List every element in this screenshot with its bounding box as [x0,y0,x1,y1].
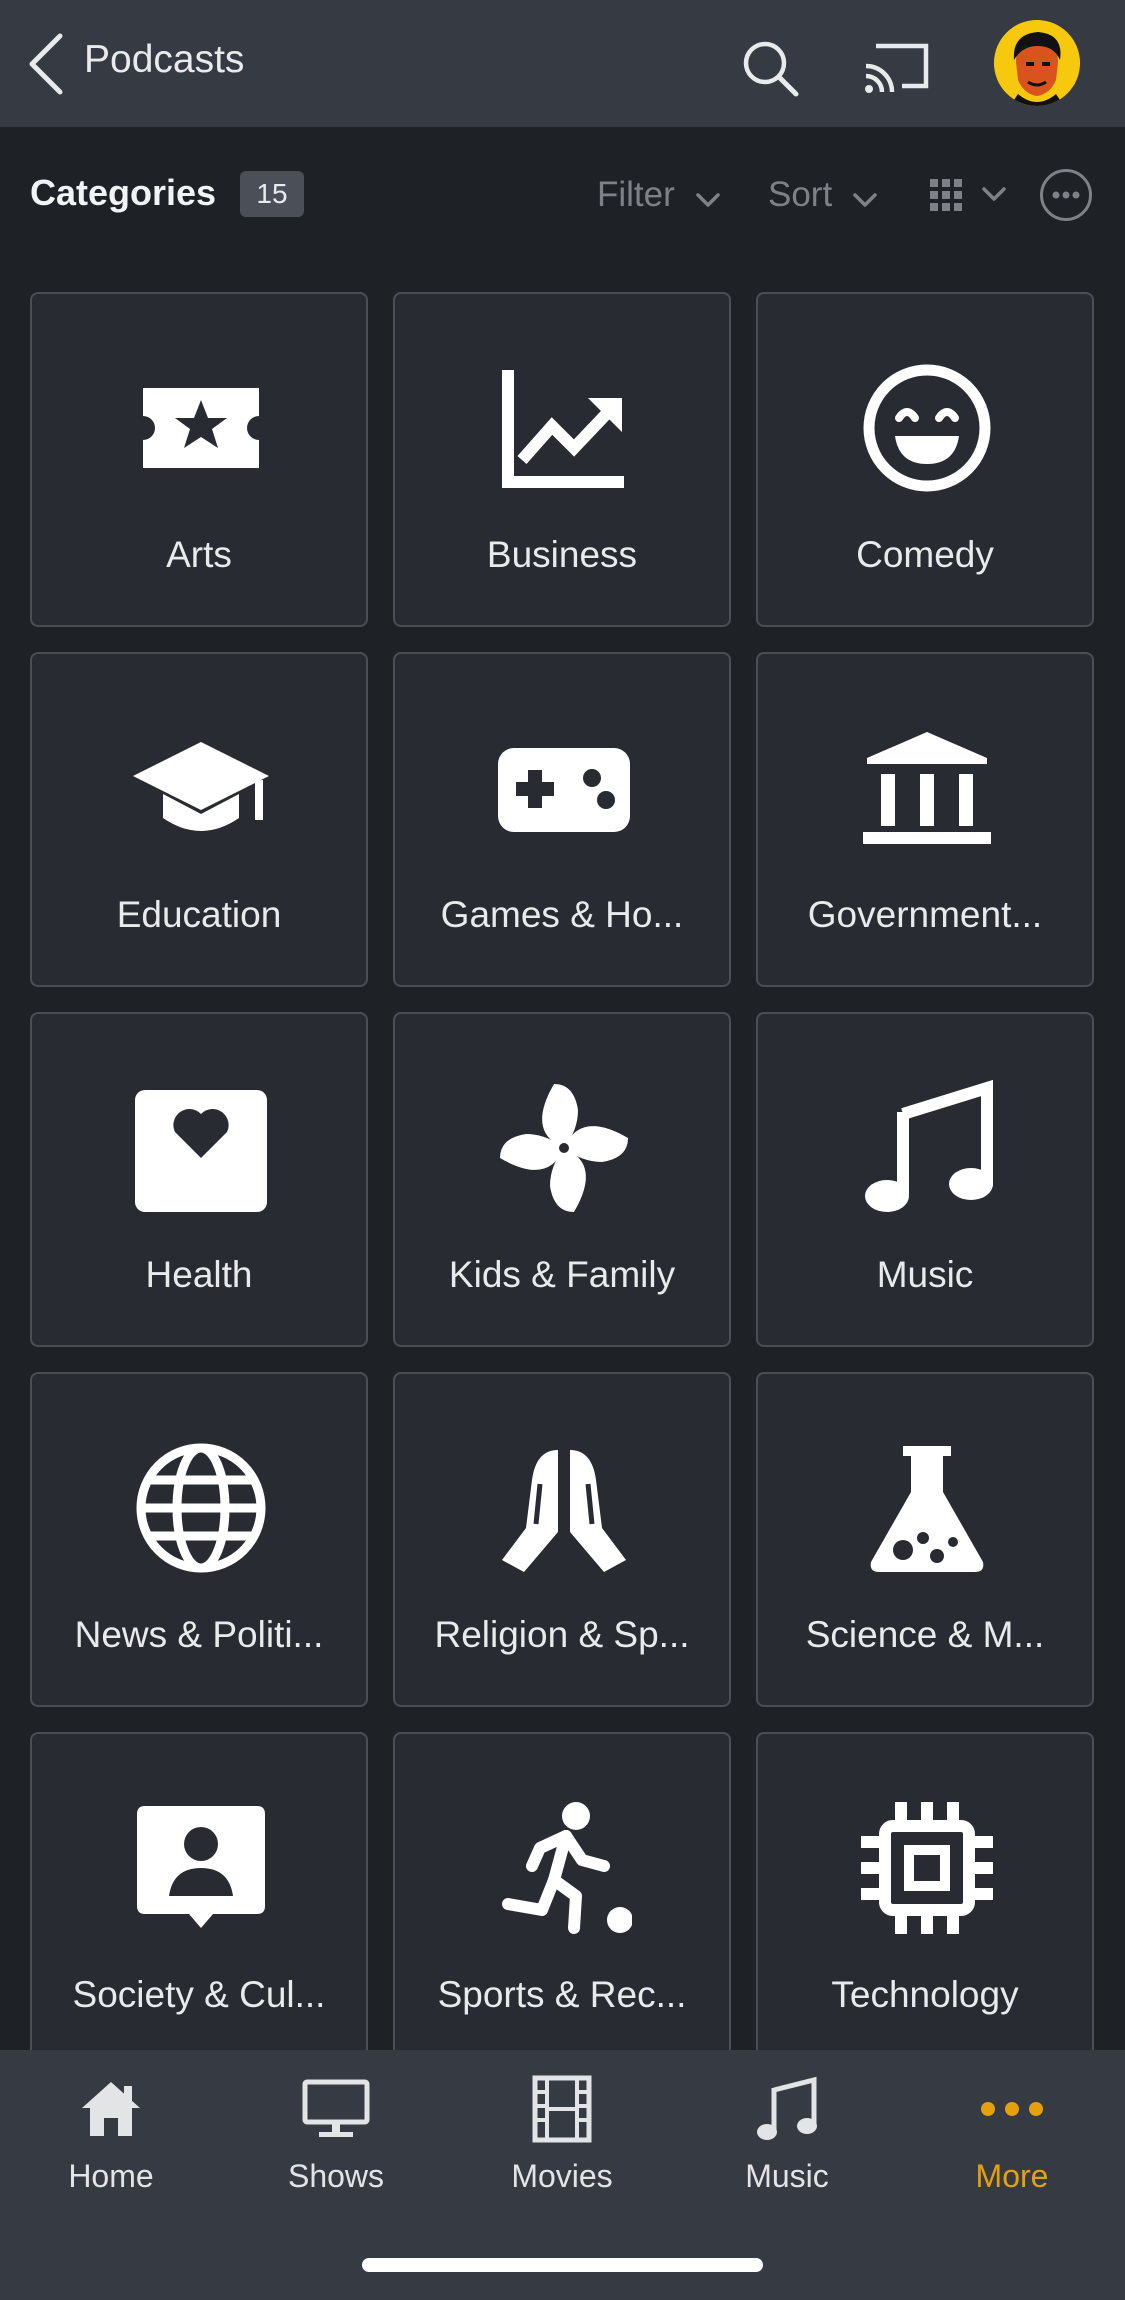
tab-shows[interactable]: Shows [236,2074,436,2214]
sort-button[interactable]: Sort [768,173,878,219]
more-dots-icon [1052,191,1080,199]
category-card-comedy[interactable]: Comedy [756,292,1094,627]
category-card-health[interactable]: Health [30,1012,368,1347]
chevron-left-icon[interactable] [24,32,68,96]
category-grid: Arts Business Comedy Education Games & H… [30,292,1095,2050]
category-card-education[interactable]: Education [30,652,368,987]
heart-card-icon [133,1080,269,1216]
category-label: Society & Cul... [72,1974,326,2015]
smiley-icon [859,360,995,496]
search-icon[interactable] [740,38,800,98]
category-label: Music [876,1254,974,1295]
category-card-music[interactable]: Music [756,1012,1094,1347]
tab-label: Movies [511,2158,613,2194]
category-label: Science & M... [805,1614,1045,1655]
page-title: Podcasts [84,38,245,81]
pinwheel-icon [496,1080,632,1216]
category-label: Education [116,894,282,935]
monitor-icon [301,2074,371,2144]
grid-view-icon [928,179,1012,219]
view-mode-button[interactable] [928,175,1012,215]
chevron-down-icon [852,175,878,219]
home-icon [76,2074,146,2144]
count-badge: 15 [240,171,304,217]
chevron-down-icon [695,175,721,219]
person-card-icon [133,1800,269,1936]
more-dots-icon [977,2074,1047,2144]
category-card-arts[interactable]: Arts [30,292,368,627]
category-label: Arts [166,534,232,575]
category-card-society[interactable]: Society & Cul... [30,1732,368,2050]
flask-icon [859,1440,995,1576]
avatar[interactable] [994,20,1080,106]
tab-label: Home [68,2158,154,2194]
category-card-science[interactable]: Science & M... [756,1372,1094,1707]
category-card-news[interactable]: News & Politi... [30,1372,368,1707]
cpu-chip-icon [859,1800,995,1936]
tab-label: Shows [287,2158,385,2194]
music-note-icon [859,1079,995,1216]
category-label: Business [486,534,638,575]
filter-button[interactable]: Filter [597,173,721,219]
category-card-kids[interactable]: Kids & Family [393,1012,731,1347]
trending-chart-icon [496,360,632,496]
section-title: Categories [30,172,217,213]
gamepad-icon [496,720,632,856]
tab-home[interactable]: Home [11,2074,211,2214]
category-label: Games & Ho... [440,894,684,935]
category-label: Technology [831,1974,1019,2015]
tab-more[interactable]: More [912,2074,1112,2214]
category-card-games[interactable]: Games & Ho... [393,652,731,987]
tab-music[interactable]: Music [687,2074,887,2214]
more-options-button[interactable] [1040,169,1092,221]
category-card-religion[interactable]: Religion & Sp... [393,1372,731,1707]
category-card-technology[interactable]: Technology [756,1732,1094,2050]
top-bar: Podcasts [0,0,1125,127]
globe-icon [133,1440,269,1576]
category-card-business[interactable]: Business [393,292,731,627]
category-label: Comedy [856,534,994,575]
category-card-government[interactable]: Government... [756,652,1094,987]
category-card-sports[interactable]: Sports & Rec... [393,1732,731,2050]
praying-hands-icon [496,1440,632,1576]
category-label: Religion & Sp... [434,1614,690,1655]
category-label: Government... [807,894,1043,935]
home-indicator [362,2258,763,2272]
film-icon [527,2074,597,2144]
tab-movies[interactable]: Movies [462,2074,662,2214]
institution-icon [859,720,995,856]
tab-label: More [975,2158,1049,2194]
category-label: Sports & Rec... [437,1974,687,2015]
tab-label: Music [745,2158,829,2194]
category-label: Kids & Family [448,1254,676,1295]
category-label: Health [145,1254,253,1295]
ticket-star-icon [133,360,269,496]
athlete-ball-icon [496,1800,633,1936]
category-label: News & Politi... [74,1614,324,1655]
cast-icon[interactable] [862,40,932,96]
filter-label: Filter [597,175,675,214]
sort-label: Sort [768,175,833,214]
music-note-icon [752,2074,822,2144]
category-toolbar: Categories 15 Filter Sort [0,127,1125,259]
graduation-cap-icon [133,720,269,856]
